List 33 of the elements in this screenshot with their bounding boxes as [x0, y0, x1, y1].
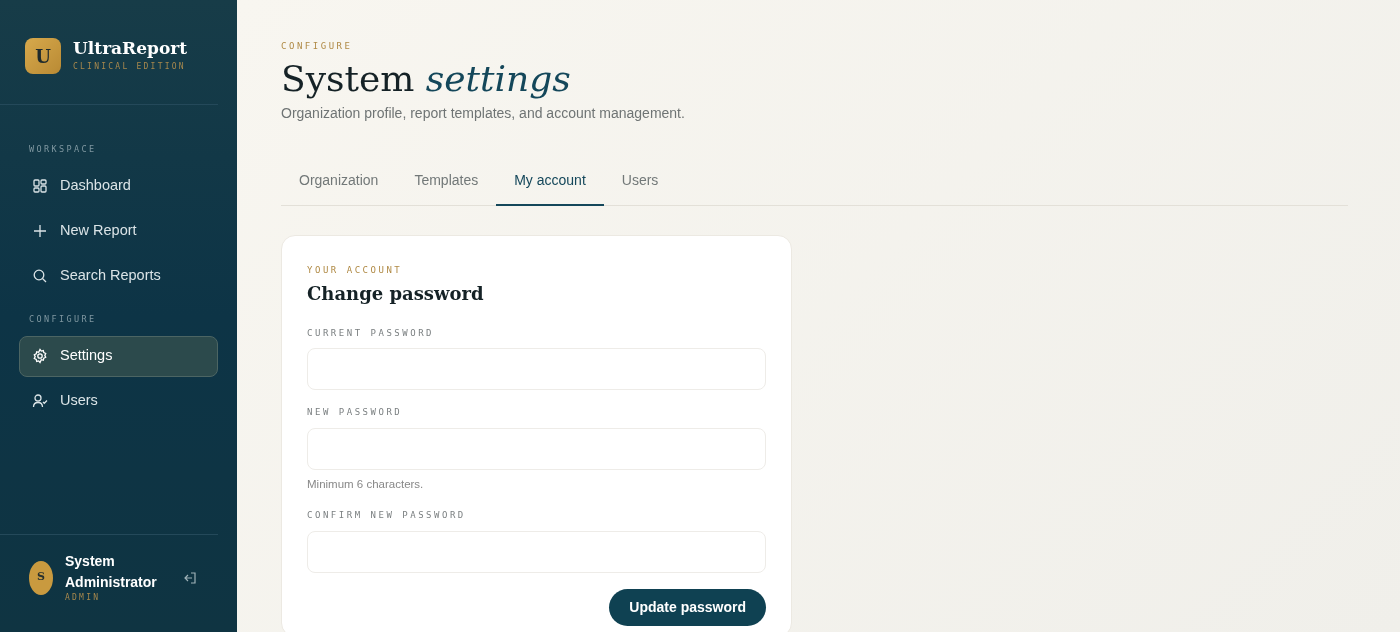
section-heading: CONFIGURE: [28, 312, 98, 326]
card-eyebrow: YOUR ACCOUNT: [307, 263, 404, 277]
field-label: NEW PASSWORD: [307, 406, 404, 420]
field-label: CURRENT PASSWORD: [307, 327, 435, 340]
nav-item[interactable]: Dashboard: [19, 165, 218, 207]
user-role: ADMIN: [65, 592, 102, 604]
search-icon: [32, 268, 48, 285]
logo-icon: U: [25, 38, 61, 74]
card-title: Change password: [307, 283, 485, 305]
tab[interactable]: Organization: [281, 159, 397, 206]
section-heading: WORKSPACE: [28, 143, 98, 156]
brand-name: UltraReport: [73, 38, 188, 58]
settings-icon: [32, 348, 48, 364]
nav-item[interactable]: Users: [19, 380, 218, 422]
logout-icon[interactable]: [183, 570, 197, 585]
page-eyebrow: CONFIGURE: [281, 40, 354, 53]
tab[interactable]: My account: [496, 159, 604, 206]
user-check-icon: [32, 393, 48, 409]
help-text: Minimum 6 characters.: [307, 477, 425, 492]
nav-item[interactable]: New Report: [19, 210, 218, 252]
avatar: S: [29, 560, 53, 595]
page-title: System settings: [281, 57, 572, 99]
update-password-button[interactable]: Update password: [609, 588, 766, 626]
nav-item[interactable]: Search Reports: [19, 255, 218, 297]
nav-item[interactable]: Settings: [19, 335, 218, 377]
page-subtitle: Organization profile, report templates, and account management.: [281, 103, 686, 123]
tab[interactable]: Users: [603, 159, 677, 206]
edition-label: CLINICAL EDITION: [73, 61, 187, 74]
tab[interactable]: Templates: [396, 159, 497, 206]
plus-icon: [32, 223, 48, 240]
grid-icon: [32, 178, 48, 195]
user-name: System Administrator: [65, 552, 158, 592]
field-label: CONFIRM NEW PASSWORD: [307, 509, 467, 523]
